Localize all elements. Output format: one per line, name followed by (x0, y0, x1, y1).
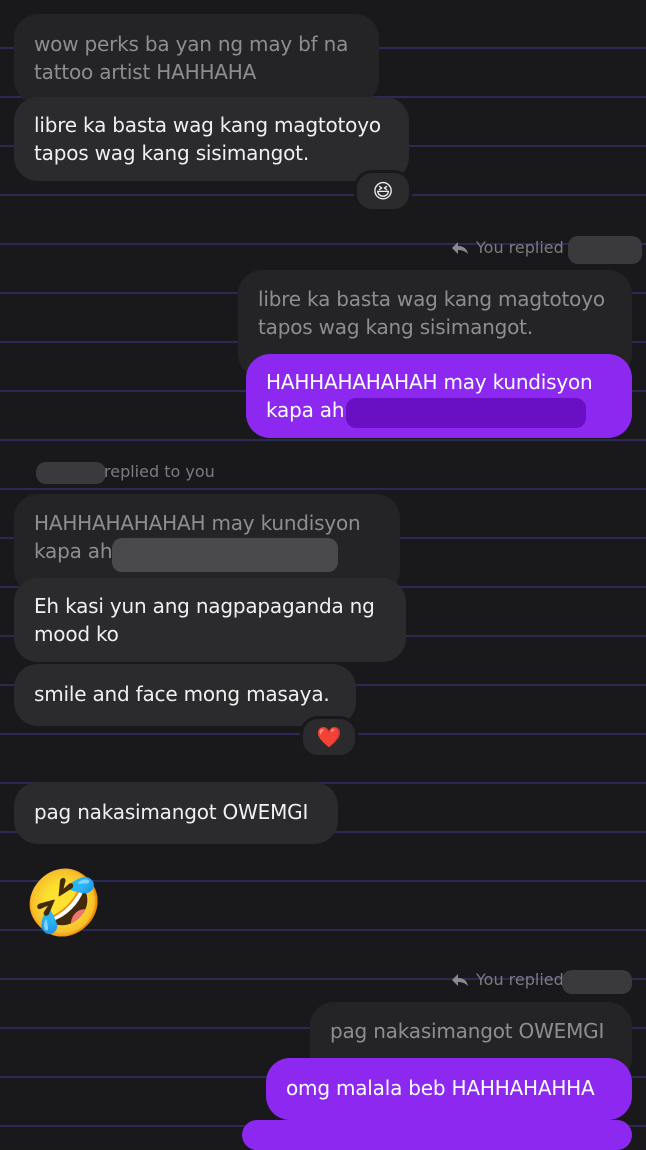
quoted-text: libre ka basta wag kang magtotoyo tapos … (258, 287, 605, 339)
message-bubble-outgoing-2[interactable]: omg malala beb HAHHAHAHHA (266, 1058, 632, 1120)
message-bubble-incoming-4[interactable]: smile and face mong masaya. (14, 664, 356, 726)
message-bubble-incoming-2[interactable]: libre ka basta wag kang magtotoyo tapos … (14, 97, 409, 181)
reply-arrow-icon (452, 973, 468, 986)
heart-icon: ❤️ (316, 725, 342, 749)
redacted-name (568, 236, 642, 264)
reply-label: You replied to (450, 238, 585, 257)
message-bubble-incoming-5[interactable]: pag nakasimangot OWEMGI (14, 782, 338, 844)
reply-arrow-icon (452, 241, 468, 254)
redacted-name (36, 462, 106, 484)
redacted-text (346, 398, 586, 428)
message-text: pag nakasimangot OWEMGI (34, 800, 309, 824)
laughing-emoji-icon: 😆 (372, 179, 394, 203)
redacted-name (562, 970, 632, 994)
message-bubble-outgoing-partial[interactable] (242, 1120, 632, 1150)
message-bubble-incoming-3[interactable]: Eh kasi yun ang nagpapaganda ng mood ko (14, 578, 406, 662)
message-text: libre ka basta wag kang magtotoyo tapos … (34, 113, 381, 165)
rofl-emoji-icon[interactable]: 🤣 (24, 868, 104, 940)
redacted-text (112, 538, 338, 572)
message-text: Eh kasi yun ang nagpapaganda ng mood ko (34, 594, 375, 646)
message-bubble-incoming-1[interactable]: wow perks ba yan ng may bf na tattoo art… (14, 14, 379, 104)
reaction-badge[interactable]: ❤️ (300, 716, 358, 758)
reply-label: replied to you (104, 462, 215, 481)
message-text: wow perks ba yan ng may bf na tattoo art… (34, 32, 349, 84)
reaction-badge[interactable]: 😆 (354, 170, 412, 212)
message-text: omg malala beb HAHHAHAHHA (286, 1076, 595, 1100)
message-text: smile and face mong masaya. (34, 682, 330, 706)
quoted-text: pag nakasimangot OWEMGI (330, 1019, 605, 1043)
